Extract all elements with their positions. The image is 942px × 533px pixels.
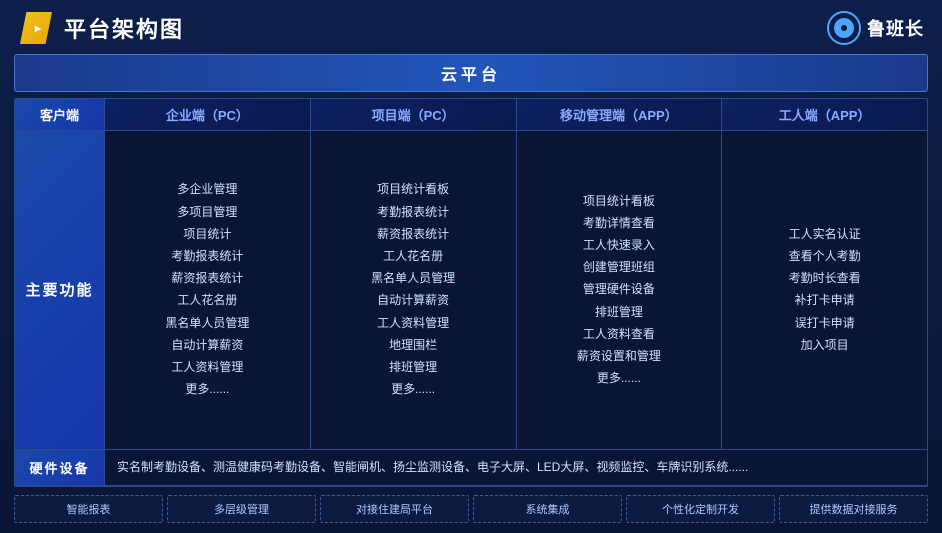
page-title: 平台架构图 bbox=[64, 12, 184, 44]
project-content: 项目统计看板考勤报表统计薪资报表统计工人花名册黑名单人员管理自动计算薪资工人资料… bbox=[311, 131, 517, 450]
worker-content: 工人实名认证查看个人考勤考勤时长查看补打卡申请误打卡申请加入项目 bbox=[722, 131, 927, 450]
list-item: 多项目管理 bbox=[177, 203, 237, 222]
list-item: 更多...... bbox=[391, 380, 435, 399]
list-item: 自动计算薪资 bbox=[171, 336, 243, 355]
list-item: 考勤时长查看 bbox=[789, 269, 861, 288]
main-container: ▶ 平台架构图 鲁班长 云平台 客户端 企业端（PC） 项目端（PC） 移动管理… bbox=[0, 0, 942, 533]
list-item: 项目统计看板 bbox=[583, 192, 655, 211]
list-item: 工人资料查看 bbox=[583, 325, 655, 344]
content-row: 主要功能 多企业管理多项目管理项目统计考勤报表统计薪资报表统计工人花名册黑名单人… bbox=[15, 131, 927, 450]
brand-inner-icon bbox=[834, 18, 854, 38]
hardware-label: 硬件设备 bbox=[15, 450, 105, 485]
list-item: 考勤报表统计 bbox=[171, 247, 243, 266]
hardware-content: 实名制考勤设备、测温健康码考勤设备、智能闸机、扬尘监测设备、电子大屏、LED大屏… bbox=[105, 450, 927, 485]
col-header-client: 客户端 bbox=[15, 99, 105, 131]
list-item: 工人花名册 bbox=[383, 247, 443, 266]
list-item: 补打卡申请 bbox=[795, 291, 855, 310]
list-item: 黑名单人员管理 bbox=[371, 269, 455, 288]
list-item: 自动计算薪资 bbox=[377, 291, 449, 310]
list-item: 薪资报表统计 bbox=[377, 225, 449, 244]
list-item: 工人花名册 bbox=[177, 291, 237, 310]
feature-item: 系统集成 bbox=[473, 495, 622, 523]
list-item: 更多...... bbox=[597, 369, 641, 388]
list-item: 误打卡申请 bbox=[795, 314, 855, 333]
col-header-project: 项目端（PC） bbox=[311, 99, 517, 131]
col-header-mobile: 移动管理端（APP） bbox=[517, 99, 723, 131]
list-item: 创建管理班组 bbox=[583, 258, 655, 277]
feature-item: 个性化定制开发 bbox=[626, 495, 775, 523]
list-item: 排班管理 bbox=[389, 358, 437, 377]
list-item: 考勤详情查看 bbox=[583, 214, 655, 233]
feature-item: 智能报表 bbox=[14, 495, 163, 523]
cloud-banner-text: 云平台 bbox=[441, 67, 501, 84]
list-item: 地理围栏 bbox=[389, 336, 437, 355]
col-header-worker: 工人端（APP） bbox=[722, 99, 927, 131]
list-item: 工人资料管理 bbox=[171, 358, 243, 377]
mobile-content: 项目统计看板考勤详情查看工人快速录入创建管理班组管理硬件设备排班管理工人资料查看… bbox=[517, 131, 723, 450]
feature-item: 多层级管理 bbox=[167, 495, 316, 523]
list-item: 项目统计 bbox=[183, 225, 231, 244]
header-left: ▶ 平台架构图 bbox=[18, 10, 184, 46]
list-item: 黑名单人员管理 bbox=[165, 314, 249, 333]
hardware-row: 硬件设备 实名制考勤设备、测温健康码考勤设备、智能闸机、扬尘监测设备、电子大屏、… bbox=[15, 450, 927, 486]
header: ▶ 平台架构图 鲁班长 bbox=[14, 8, 928, 48]
column-headers: 客户端 企业端（PC） 项目端（PC） 移动管理端（APP） 工人端（APP） bbox=[15, 99, 927, 131]
list-item: 更多...... bbox=[185, 380, 229, 399]
list-item: 薪资设置和管理 bbox=[577, 347, 661, 366]
feature-item: 提供数据对接服务 bbox=[779, 495, 928, 523]
list-item: 加入项目 bbox=[801, 336, 849, 355]
list-item: 排班管理 bbox=[595, 303, 643, 322]
list-item: 工人实名认证 bbox=[789, 225, 861, 244]
list-item: 项目统计看板 bbox=[377, 180, 449, 199]
list-item: 工人快速录入 bbox=[583, 236, 655, 255]
brand-name: 鲁班长 bbox=[867, 15, 924, 41]
brand-dot-icon bbox=[841, 25, 847, 31]
list-item: 多企业管理 bbox=[177, 180, 237, 199]
brand-circle-icon bbox=[827, 11, 861, 45]
features-row: 智能报表多层级管理对接住建局平台系统集成个性化定制开发提供数据对接服务 bbox=[14, 493, 928, 525]
logo-icon: ▶ bbox=[18, 10, 54, 46]
list-item: 查看个人考勤 bbox=[789, 247, 861, 266]
row-label-main-function: 主要功能 bbox=[15, 131, 105, 450]
cloud-banner: 云平台 bbox=[14, 54, 928, 92]
list-item: 考勤报表统计 bbox=[377, 203, 449, 222]
col-header-enterprise: 企业端（PC） bbox=[105, 99, 311, 131]
enterprise-content: 多企业管理多项目管理项目统计考勤报表统计薪资报表统计工人花名册黑名单人员管理自动… bbox=[105, 131, 311, 450]
main-table: 客户端 企业端（PC） 项目端（PC） 移动管理端（APP） 工人端（APP） … bbox=[14, 98, 928, 487]
list-item: 工人资料管理 bbox=[377, 314, 449, 333]
list-item: 薪资报表统计 bbox=[171, 269, 243, 288]
list-item: 管理硬件设备 bbox=[583, 280, 655, 299]
feature-item: 对接住建局平台 bbox=[320, 495, 469, 523]
brand-logo: 鲁班长 bbox=[827, 11, 924, 45]
